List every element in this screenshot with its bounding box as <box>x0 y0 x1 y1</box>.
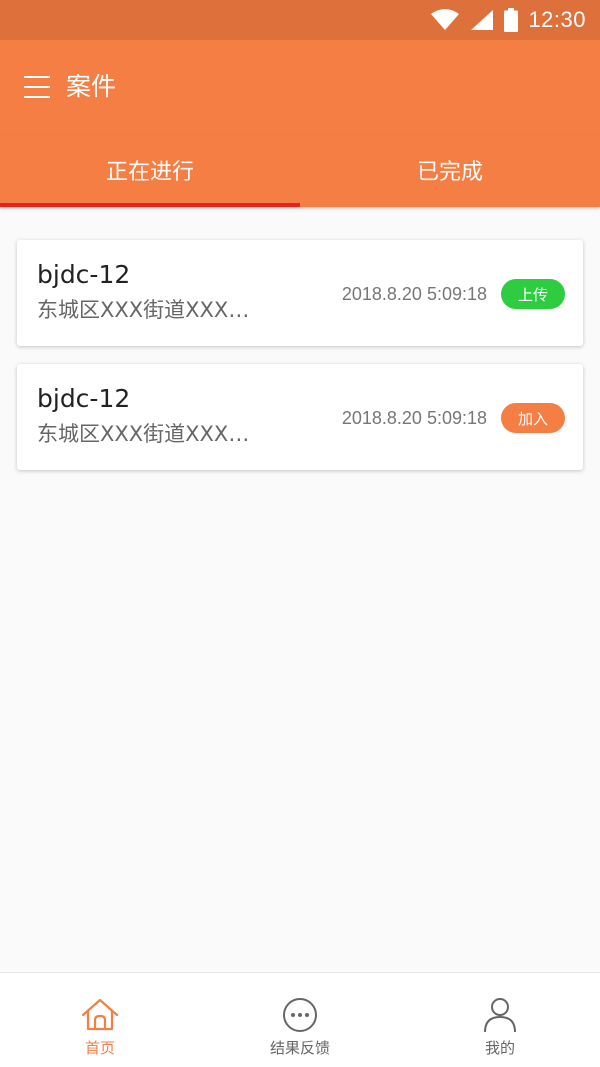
case-card[interactable]: bjdc-12 东城区XXX街道XXX… 2018.8.20 5:09:18 上… <box>17 240 583 346</box>
status-icons: 12:30 <box>430 0 586 40</box>
wifi-icon <box>431 9 460 30</box>
case-card[interactable]: bjdc-12 东城区XXX街道XXX… 2018.8.20 5:09:18 加… <box>17 364 583 470</box>
join-button[interactable]: 加入 <box>501 403 565 433</box>
app-bar: 案件 <box>0 40 600 136</box>
bottom-nav: 首页 结果反馈 我的 <box>0 972 600 1067</box>
tab-in-progress[interactable]: 正在进行 <box>0 136 300 207</box>
upload-button[interactable]: 上传 <box>501 279 565 309</box>
cell-signal-icon <box>471 10 494 30</box>
chat-bubble-icon <box>283 998 317 1032</box>
tab-bar: 正在进行 已完成 <box>0 136 600 207</box>
page-title: 案件 <box>66 72 117 101</box>
nav-label-home: 首页 <box>84 1039 115 1057</box>
case-id: bjdc-12 <box>37 384 131 413</box>
case-address: 东城区XXX街道XXX… <box>37 422 250 446</box>
nav-item-home[interactable]: 首页 <box>0 973 200 1067</box>
battery-icon <box>504 8 519 32</box>
case-time: 2018.8.20 5:09:18 <box>341 284 487 304</box>
user-icon <box>484 998 516 1033</box>
home-icon <box>81 998 119 1031</box>
status-bar: 12:30 <box>0 0 600 40</box>
case-id: bjdc-12 <box>37 260 131 289</box>
tab-completed[interactable]: 已完成 <box>300 136 600 207</box>
case-address: 东城区XXX街道XXX… <box>37 298 250 322</box>
nav-item-profile[interactable]: 我的 <box>400 973 600 1067</box>
nav-item-feedback[interactable]: 结果反馈 <box>200 973 400 1067</box>
case-time: 2018.8.20 5:09:18 <box>341 408 487 428</box>
nav-label-profile: 我的 <box>484 1039 515 1057</box>
menu-icon[interactable] <box>24 76 50 98</box>
nav-label-feedback: 结果反馈 <box>269 1039 330 1057</box>
status-time: 12:30 <box>528 7 586 32</box>
